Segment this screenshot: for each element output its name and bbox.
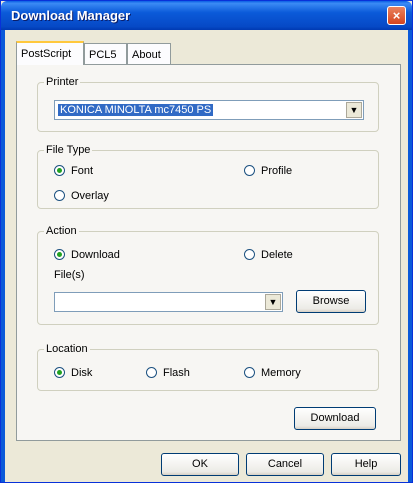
radio-label: Memory: [261, 367, 301, 379]
file-type-legend: File Type: [44, 144, 93, 157]
radio-flash[interactable]: Flash: [146, 366, 190, 380]
radio-label: Overlay: [71, 190, 109, 202]
radio-delete[interactable]: Delete: [244, 248, 293, 262]
title-bar[interactable]: Download Manager ×: [1, 1, 412, 30]
tab-label: PCL5: [89, 49, 117, 61]
tab-pcl5[interactable]: PCL5: [84, 43, 127, 64]
tab-label: About: [132, 49, 161, 61]
radio-download[interactable]: Download: [54, 248, 120, 262]
file-type-group: File Type Font Profile Overlay: [37, 144, 379, 209]
radio-disk[interactable]: Disk: [54, 366, 92, 380]
radio-label: Flash: [163, 367, 190, 379]
cancel-button[interactable]: Cancel: [246, 453, 324, 476]
files-select[interactable]: ▼: [54, 292, 283, 312]
radio-label: Profile: [261, 165, 293, 177]
window-frame-left: [1, 30, 5, 482]
window-frame-right: [408, 30, 412, 482]
close-icon: ×: [392, 8, 401, 23]
printer-group: Printer KONICA MINOLTA mc7450 PS ▼: [37, 76, 379, 132]
printer-select[interactable]: KONICA MINOLTA mc7450 PS ▼: [54, 100, 364, 120]
radio-label: Font: [71, 165, 94, 177]
radio-dot-icon: [54, 249, 65, 260]
close-button[interactable]: ×: [387, 6, 406, 25]
radio-dot-icon: [244, 249, 255, 260]
printer-selected-value: KONICA MINOLTA mc7450 PS: [58, 104, 214, 116]
tab-about[interactable]: About: [127, 43, 171, 64]
radio-dot-icon: [54, 190, 65, 201]
tab-label: PostScript: [21, 48, 72, 60]
radio-overlay[interactable]: Overlay: [54, 189, 109, 203]
radio-label: Disk: [71, 367, 93, 379]
radio-label: Download: [71, 249, 120, 261]
download-button[interactable]: Download: [294, 407, 376, 430]
help-button[interactable]: Help: [331, 453, 401, 476]
radio-dot-icon: [244, 367, 255, 378]
browse-button[interactable]: Browse: [296, 290, 366, 313]
tab-postscript[interactable]: PostScript: [16, 41, 84, 65]
action-legend: Action: [44, 225, 79, 238]
location-legend: Location: [44, 343, 90, 356]
ok-button[interactable]: OK: [161, 453, 239, 476]
radio-profile[interactable]: Profile: [244, 164, 292, 178]
radio-font[interactable]: Font: [54, 164, 93, 178]
chevron-down-icon[interactable]: ▼: [346, 102, 362, 118]
radio-dot-icon: [146, 367, 157, 378]
printer-legend: Printer: [44, 76, 81, 89]
radio-memory[interactable]: Memory: [244, 366, 301, 380]
download-manager-window: Download Manager × PostScript PCL5 About…: [0, 0, 413, 483]
files-label: File(s): [54, 269, 85, 281]
chevron-down-icon[interactable]: ▼: [265, 294, 281, 310]
radio-dot-icon: [54, 367, 65, 378]
window-title: Download Manager: [11, 8, 131, 23]
tab-panel-postscript: Printer KONICA MINOLTA mc7450 PS ▼ File …: [16, 64, 401, 441]
radio-dot-icon: [54, 165, 65, 176]
radio-label: Delete: [261, 249, 293, 261]
action-group: Action Download Delete File(s) ▼ Browse: [37, 225, 379, 325]
radio-dot-icon: [244, 165, 255, 176]
location-group: Location Disk Flash Memory: [37, 343, 379, 391]
